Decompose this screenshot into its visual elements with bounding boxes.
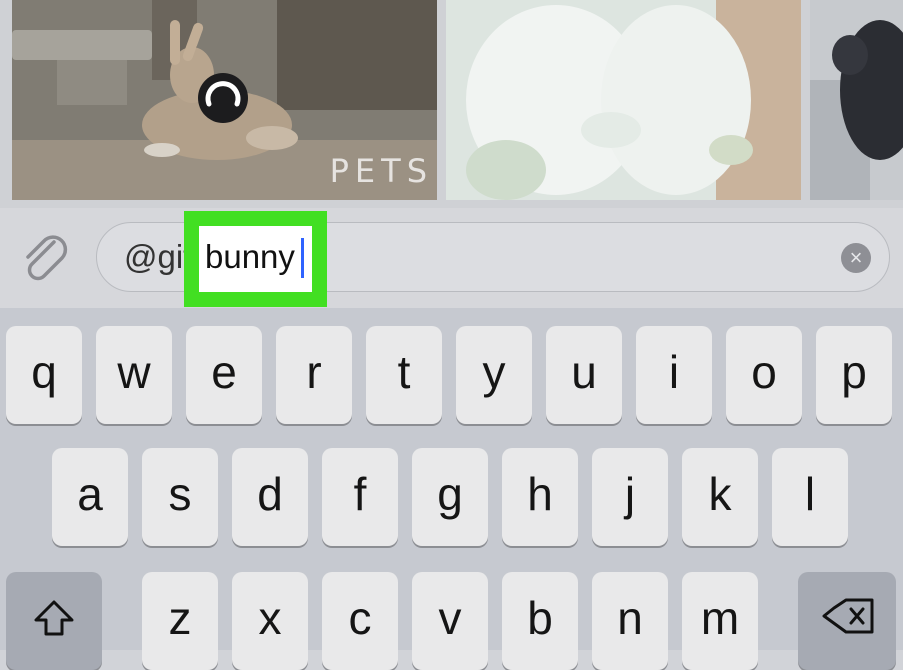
key-b[interactable]: b [502,572,578,670]
loading-spinner-icon [198,73,248,123]
search-query-text[interactable]: bunny [205,238,295,276]
key-c[interactable]: c [322,572,398,670]
key-l[interactable]: l [772,448,848,546]
bunny-image [446,0,801,200]
gif-results-strip: PETS [0,0,903,208]
bunny-image [810,0,903,200]
key-k[interactable]: k [682,448,758,546]
shift-key[interactable] [6,572,102,670]
key-v[interactable]: v [412,572,488,670]
gif-result-3[interactable] [810,0,903,200]
gif-watermark: PETS [329,152,433,190]
key-p[interactable]: p [816,326,892,424]
key-a[interactable]: a [52,448,128,546]
key-d[interactable]: d [232,448,308,546]
key-q[interactable]: q [6,326,82,424]
key-g[interactable]: g [412,448,488,546]
key-e[interactable]: e [186,326,262,424]
key-u[interactable]: u [546,326,622,424]
key-o[interactable]: o [726,326,802,424]
key-i[interactable]: i [636,326,712,424]
shift-icon [34,600,74,636]
key-j[interactable]: j [592,448,668,546]
key-z[interactable]: z [142,572,218,670]
key-h[interactable]: h [502,448,578,546]
key-y[interactable]: y [456,326,532,424]
key-t[interactable]: t [366,326,442,424]
key-r[interactable]: r [276,326,352,424]
clear-icon[interactable]: × [841,243,871,273]
bot-mention-text: @gif [124,238,188,275]
paperclip-icon[interactable] [18,232,72,286]
text-caret [301,238,304,278]
key-s[interactable]: s [142,448,218,546]
key-w[interactable]: w [96,326,172,424]
gif-result-2[interactable] [446,0,801,200]
backspace-icon [822,598,874,634]
delete-key[interactable] [798,572,896,670]
key-f[interactable]: f [322,448,398,546]
key-n[interactable]: n [592,572,668,670]
key-m[interactable]: m [682,572,758,670]
key-x[interactable]: x [232,572,308,670]
